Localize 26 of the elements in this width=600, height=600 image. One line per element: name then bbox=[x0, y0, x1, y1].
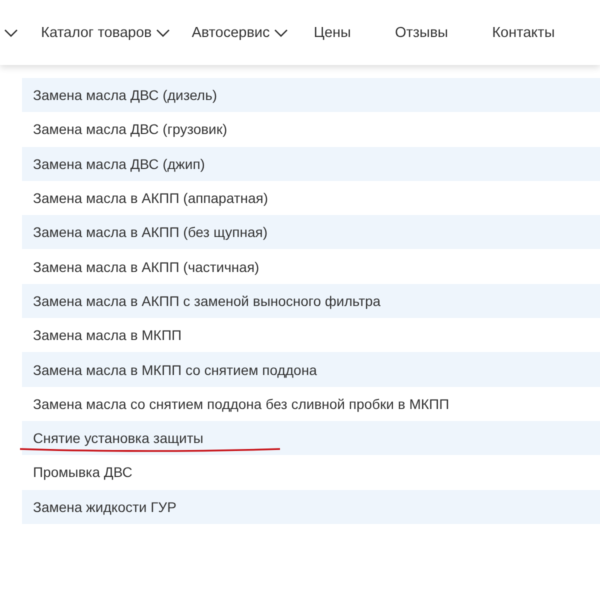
service-row[interactable]: Замена масла в АКПП с заменой выносного фильтра bbox=[22, 284, 600, 318]
service-name: Снятие установка защиты bbox=[33, 430, 204, 446]
service-name: Замена масла в АКПП (аппаратная) bbox=[33, 190, 268, 206]
service-name: Замена масла в АКПП (без щупная) bbox=[33, 224, 268, 240]
service-row[interactable]: Замена жидкости ГУР bbox=[22, 490, 600, 524]
service-name: Замена масла в АКПП с заменой выносного фильтра bbox=[33, 292, 381, 309]
service-name: Замена масла со снятием поддона без сливной пробки в МКПП bbox=[33, 396, 450, 412]
service-name: Промывка ДВС bbox=[33, 464, 132, 480]
service-name: Замена масла в АКПП (частичная) bbox=[33, 258, 260, 275]
nav-link[interactable]: Каталог товаров bbox=[41, 24, 170, 40]
service-name: Замена жидкости ГУР bbox=[33, 498, 176, 515]
service-name: Замена масла ДВС (джип) bbox=[33, 156, 205, 172]
service-row[interactable]: Замена масла ДВС (джип) bbox=[22, 146, 600, 181]
service-row[interactable]: Замена масла в МКПП со снятием поддона bbox=[22, 352, 600, 387]
service-row[interactable]: Замена масла ДВС (дизель) bbox=[22, 78, 600, 112]
service-name: Замена масла в МКПП со снятием поддона bbox=[33, 362, 317, 378]
service-name: Замена масла в МКПП bbox=[33, 327, 182, 344]
service-row[interactable]: Замена масла в АКПП (без щупная) bbox=[22, 215, 600, 250]
nav-link[interactable]: Автосервис bbox=[192, 24, 288, 40]
service-name: Замена масла ДВС (грузовик) bbox=[33, 121, 228, 138]
chevron-down-icon bbox=[4, 28, 18, 36]
service-row[interactable]: Снятие установка защиты bbox=[22, 420, 600, 456]
nav-link[interactable]: Контакты bbox=[492, 24, 555, 40]
nav-link[interactable]: Цены bbox=[314, 24, 351, 40]
service-name: Замена масла ДВС (дизель) bbox=[33, 87, 218, 104]
nav-link[interactable]: Отзывы bbox=[394, 24, 448, 40]
